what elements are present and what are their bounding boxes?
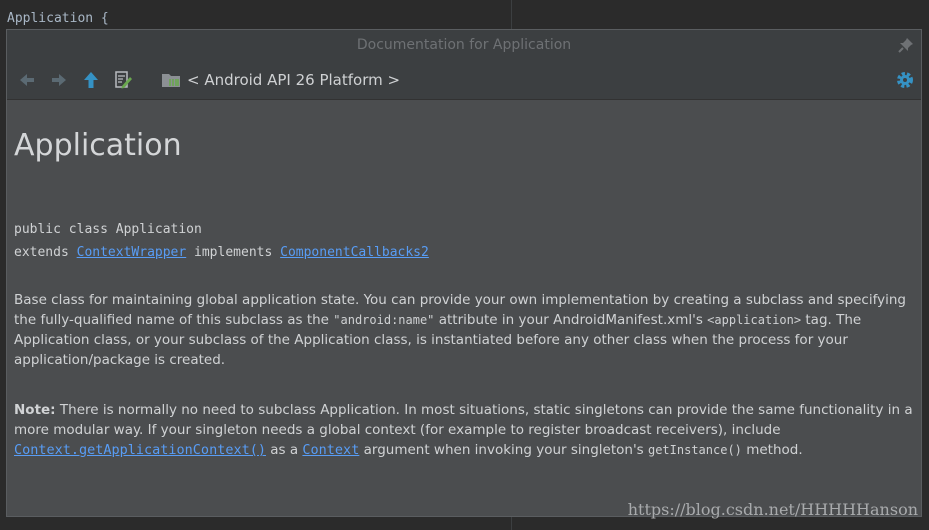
back-arrow-icon[interactable]	[17, 70, 37, 90]
p2-text-d: method.	[741, 442, 803, 458]
edit-source-icon[interactable]	[113, 70, 133, 90]
watermark: https://blog.csdn.net/HHHHHanson	[627, 500, 918, 519]
gear-icon[interactable]	[895, 70, 915, 90]
extends-line: extends ContextWrapper implements Compon…	[14, 241, 429, 264]
editor-code-line[interactable]: Application {	[7, 11, 109, 26]
doc-toolbar: < Android API 26 Platform >	[7, 60, 921, 100]
forward-arrow-icon[interactable]	[49, 70, 69, 90]
get-instance-code: getInstance()	[647, 443, 742, 457]
extends-keyword: extends	[14, 245, 77, 260]
description-paragraph: Base class for maintaining global applic…	[14, 290, 914, 370]
breadcrumb[interactable]: < Android API 26 Platform >	[187, 70, 400, 90]
pin-icon[interactable]	[897, 36, 915, 54]
popup-titlebar[interactable]: Documentation for Application	[7, 30, 921, 60]
popup-title: Documentation for Application	[356, 37, 572, 53]
note-paragraph: Note: There is normally no need to subcl…	[14, 400, 914, 460]
p2-text-b: as a	[265, 442, 303, 458]
class-declaration: public class Application extends Context…	[14, 218, 429, 264]
contextwrapper-link[interactable]: ContextWrapper	[77, 245, 187, 260]
p2-text-a: There is normally no need to subclass Ap…	[14, 402, 913, 438]
class-heading: Application	[14, 128, 182, 163]
get-application-context-link[interactable]: Context.getApplicationContext()	[14, 442, 266, 458]
decl-line: public class Application	[14, 222, 202, 237]
documentation-popup: Documentation for Application < Android …	[6, 29, 922, 517]
p2-text-c: argument when invoking your singleton's	[359, 442, 648, 458]
componentcallbacks2-link[interactable]: ComponentCallbacks2	[280, 245, 429, 260]
context-link[interactable]: Context	[302, 442, 359, 458]
implements-keyword: implements	[186, 245, 281, 260]
up-arrow-icon[interactable]	[81, 70, 101, 90]
p1-text-b: attribute in your AndroidManifest.xml's	[434, 312, 708, 328]
android-name-code: "android:name"	[333, 313, 435, 327]
application-tag-code: <application>	[707, 313, 802, 327]
note-label: Note:	[14, 402, 56, 418]
library-folder-icon	[162, 74, 180, 87]
